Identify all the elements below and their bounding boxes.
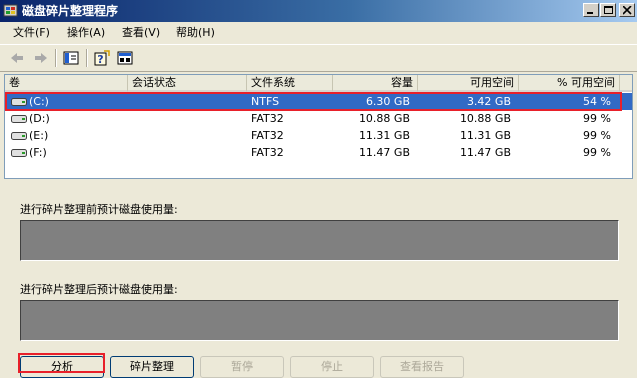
minimize-button[interactable] bbox=[583, 3, 599, 17]
column-header-filler bbox=[620, 75, 632, 92]
defragment-button[interactable]: 碎片整理 bbox=[110, 356, 194, 378]
volume-percent-free: 99 % bbox=[583, 129, 611, 142]
volume-capacity: 11.47 GB bbox=[358, 146, 410, 159]
usage-before-label: 进行碎片整理前预计磁盘使用量: bbox=[20, 203, 178, 216]
volume-file-system: FAT32 bbox=[251, 112, 284, 125]
volume-capacity: 11.31 GB bbox=[358, 129, 410, 142]
back-arrow-icon[interactable] bbox=[9, 50, 25, 66]
volume-free-space: 11.31 GB bbox=[459, 129, 511, 142]
usage-after-display bbox=[20, 300, 619, 341]
volume-row-e[interactable]: (E:) FAT32 11.31 GB 11.31 GB 99 % bbox=[5, 127, 632, 144]
usage-before-display bbox=[20, 220, 619, 261]
toolbar-separator bbox=[86, 49, 88, 67]
volume-free-space: 11.47 GB bbox=[459, 146, 511, 159]
defrag-app-icon bbox=[3, 4, 18, 17]
volume-percent-free: 99 % bbox=[583, 112, 611, 125]
drive-icon bbox=[11, 115, 27, 123]
volume-name: (F:) bbox=[29, 146, 47, 159]
volume-capacity: 10.88 GB bbox=[358, 112, 410, 125]
volume-name: (E:) bbox=[29, 129, 49, 142]
volume-file-system: FAT32 bbox=[251, 146, 284, 159]
window-title: 磁盘碎片整理程序 bbox=[22, 4, 119, 18]
close-button[interactable] bbox=[619, 3, 635, 17]
column-header-volume[interactable]: 卷 bbox=[5, 75, 128, 92]
column-header-free-space[interactable]: 可用空间 bbox=[418, 75, 519, 92]
volume-free-space: 10.88 GB bbox=[459, 112, 511, 125]
pause-button[interactable]: 暂停 bbox=[200, 356, 284, 378]
volume-percent-free: 99 % bbox=[583, 146, 611, 159]
view-report-button[interactable]: 查看报告 bbox=[380, 356, 464, 378]
title-bar[interactable]: 磁盘碎片整理程序 bbox=[0, 0, 637, 22]
view-icon[interactable] bbox=[117, 50, 133, 66]
drive-icon bbox=[11, 149, 27, 157]
forward-arrow-icon[interactable] bbox=[33, 50, 49, 66]
properties-icon[interactable] bbox=[63, 50, 79, 66]
drive-icon bbox=[11, 132, 27, 140]
usage-after-label: 进行碎片整理后预计磁盘使用量: bbox=[20, 283, 178, 296]
column-header-capacity[interactable]: 容量 bbox=[333, 75, 418, 92]
help-icon[interactable]: ? bbox=[94, 50, 110, 66]
column-header-session-status[interactable]: 会话状态 bbox=[128, 75, 247, 92]
maximize-button[interactable] bbox=[600, 3, 616, 17]
stop-button[interactable]: 停止 bbox=[290, 356, 374, 378]
toolbar: ? bbox=[0, 44, 637, 72]
column-header-file-system[interactable]: 文件系统 bbox=[247, 75, 333, 92]
svg-text:?: ? bbox=[97, 53, 103, 66]
volume-list[interactable]: 卷 会话状态 文件系统 容量 可用空间 % 可用空间 (C:) NTFS 6.3… bbox=[4, 74, 633, 179]
menu-file[interactable]: 文件(F) bbox=[13, 26, 50, 40]
selected-row-highlight bbox=[5, 92, 622, 111]
menu-help[interactable]: 帮助(H) bbox=[176, 26, 215, 40]
menu-action[interactable]: 操作(A) bbox=[67, 26, 105, 40]
menu-view[interactable]: 查看(V) bbox=[122, 26, 160, 40]
maximize-icon bbox=[604, 6, 613, 14]
volume-name: (D:) bbox=[29, 112, 50, 125]
toolbar-separator bbox=[55, 49, 57, 67]
column-header-percent-free[interactable]: % 可用空间 bbox=[519, 75, 620, 92]
menu-bar: 文件(F) 操作(A) 查看(V) 帮助(H) bbox=[0, 22, 637, 44]
volume-file-system: FAT32 bbox=[251, 129, 284, 142]
volume-list-header: 卷 会话状态 文件系统 容量 可用空间 % 可用空间 bbox=[5, 75, 632, 92]
volume-row-d[interactable]: (D:) FAT32 10.88 GB 10.88 GB 99 % bbox=[5, 110, 632, 127]
close-icon bbox=[623, 6, 632, 15]
minimize-icon bbox=[587, 12, 593, 14]
analyze-button-highlight bbox=[18, 353, 105, 373]
volume-row-f[interactable]: (F:) FAT32 11.47 GB 11.47 GB 99 % bbox=[5, 144, 632, 161]
